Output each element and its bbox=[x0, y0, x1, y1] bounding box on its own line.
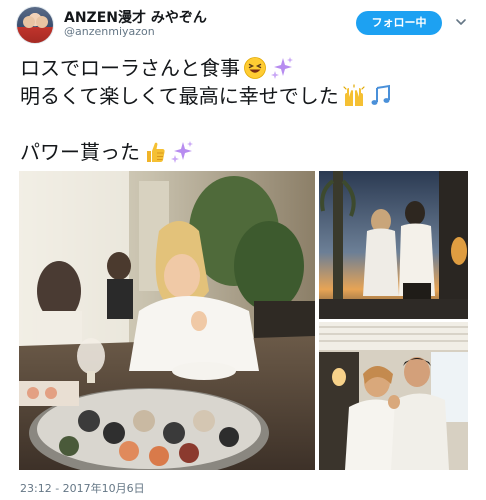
sunset-photo-image bbox=[319, 171, 468, 319]
sparkles-icon bbox=[171, 141, 193, 163]
tweet-text: ロスでローラさんと食事 明るくて楽しくて最高に幸せでした パワー貰った bbox=[20, 54, 470, 166]
chevron-down-icon bbox=[456, 19, 466, 25]
tweet-timestamp[interactable]: 23:12 - 2017年10月6日 bbox=[20, 480, 145, 496]
screen-name[interactable]: @anzenmiyazon bbox=[64, 25, 155, 38]
tweet-line-text: ロスでローラさんと食事 bbox=[20, 56, 240, 80]
grinning-squinting-face-emoji-icon bbox=[244, 57, 266, 79]
tweet-line-3: パワー貰った bbox=[20, 138, 470, 166]
tweet-line-2: 明るくて楽しくて最高に幸せでした bbox=[20, 82, 470, 110]
photo-restaurant-selfie[interactable] bbox=[319, 322, 468, 470]
more-options-button[interactable] bbox=[454, 14, 468, 28]
photo-sunset-balcony[interactable] bbox=[319, 171, 468, 319]
display-name[interactable]: ANZEN漫才 みやぞん bbox=[64, 7, 207, 27]
tweet-card: ANZEN漫才 みやぞん @anzenmiyazon フォロー中 ロスでローラさ… bbox=[0, 0, 486, 500]
photo-dinner-table[interactable] bbox=[19, 171, 315, 470]
selfie-photo-image bbox=[319, 322, 468, 470]
tweet-line-text: 明るくて楽しくて最高に幸せでした bbox=[20, 84, 339, 108]
following-button[interactable]: フォロー中 bbox=[356, 11, 442, 35]
dinner-photo-image bbox=[19, 171, 315, 470]
tweet-line-text: パワー貰った bbox=[20, 140, 140, 164]
thumbs-up-icon bbox=[147, 142, 165, 162]
user-avatar[interactable] bbox=[16, 6, 54, 44]
tweet-line-1: ロスでローラさんと食事 bbox=[20, 54, 470, 82]
raising-hands-icon bbox=[343, 84, 365, 106]
musical-notes-icon bbox=[371, 84, 390, 105]
tweet-media-grid bbox=[19, 171, 468, 470]
sparkles-icon bbox=[271, 57, 293, 79]
